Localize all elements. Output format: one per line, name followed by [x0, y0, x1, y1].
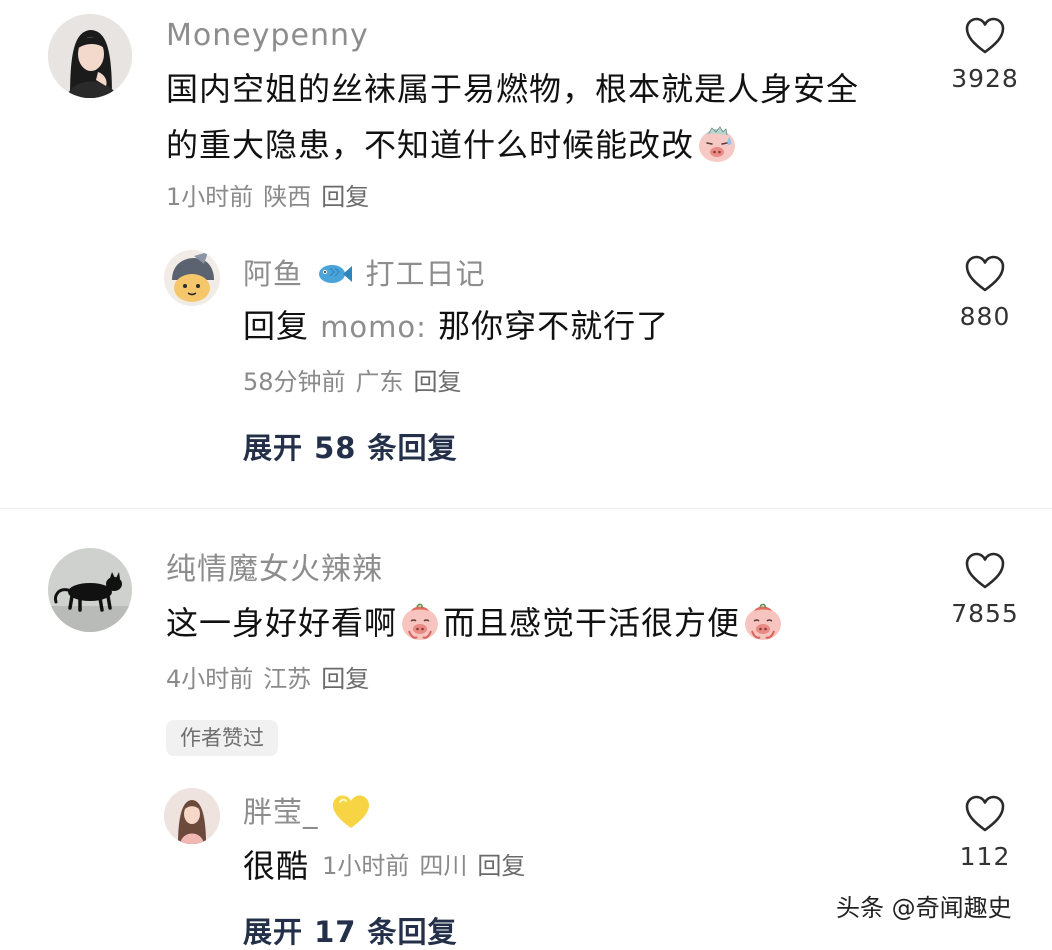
reply-like-button[interactable]: 112: [925, 794, 1045, 872]
shy-pig-emoji-icon: [742, 601, 784, 643]
reply-button[interactable]: 回复: [321, 183, 369, 211]
comment-username[interactable]: Moneypenny: [166, 17, 369, 55]
reply-time: 1小时前: [322, 852, 410, 880]
reply-location: 四川: [419, 852, 468, 880]
reply-meta: 58分钟前 广东 回复: [243, 367, 472, 397]
reply-prefix: 回复: [243, 307, 310, 345]
like-count: 112: [959, 842, 1011, 871]
cartoon-avatar-icon: [164, 250, 220, 306]
reply-username-row: 阿鱼 打工日记: [243, 255, 485, 293]
black-cat-avatar-icon: [48, 548, 132, 632]
expand-replies-button[interactable]: 展开 58 条回复: [243, 430, 458, 466]
like-count: 3928: [951, 64, 1019, 93]
reply-button[interactable]: 回复: [414, 368, 462, 396]
reply-text: 回复 momo: 那你穿不就行了: [243, 298, 669, 355]
reply-like-button[interactable]: 880: [925, 254, 1045, 332]
reply-to-user[interactable]: momo:: [320, 310, 427, 344]
reply-text-row: 很酷 1小时前 四川 回复: [243, 838, 535, 894]
like-count: 7855: [951, 599, 1019, 628]
reply-username-row: 胖莹_: [243, 793, 373, 833]
comment-text: 国内空姐的丝袜属于易燃物，根本就是人身安全 的重大隐患，不知道什么时候能改改: [166, 61, 926, 173]
comment-time: 1小时前: [166, 183, 254, 211]
like-count: 880: [959, 302, 1011, 331]
reply-content: 很酷: [243, 847, 310, 885]
heart-icon: [965, 795, 1005, 832]
comment-location: 江苏: [263, 665, 312, 693]
avatar[interactable]: [48, 14, 132, 98]
comment-text-part: 这一身好好看啊: [166, 604, 398, 642]
woman-avatar-icon: [48, 14, 132, 98]
shy-pig-emoji-icon: [399, 601, 441, 643]
heart-icon: [965, 17, 1005, 54]
avatar[interactable]: [48, 548, 132, 632]
yellow-heart-icon: [331, 793, 371, 831]
like-button[interactable]: 3928: [925, 16, 1045, 94]
comment-text-segment: 的重大隐患，不知道什么时候能改改: [166, 126, 695, 164]
watermark: 头条 @奇闻趣史: [836, 894, 1012, 922]
sweating-pig-emoji-icon: [696, 123, 738, 165]
reply-button[interactable]: 回复: [321, 665, 369, 693]
heart-icon: [965, 255, 1005, 292]
girl-avatar-icon: [164, 788, 220, 844]
reply-username-suffix: 打工日记: [365, 257, 486, 291]
reply-button[interactable]: 回复: [477, 852, 525, 880]
comment-meta: 1小时前 陕西 回复: [166, 182, 379, 212]
comment-time: 4小时前: [166, 665, 254, 693]
comment-text-line: 国内空姐的丝袜属于易燃物，根本就是人身安全: [166, 70, 860, 108]
reply-time: 58分钟前: [243, 368, 346, 396]
reply-content: 那你穿不就行了: [438, 307, 670, 345]
comment-text: 这一身好好看啊 而且感觉干活很方便: [166, 595, 786, 651]
divider: [0, 508, 1052, 509]
comment-text-line-2: 的重大隐患，不知道什么时候能改改: [166, 117, 926, 173]
reply-avatar[interactable]: [164, 788, 220, 844]
fish-icon: [315, 259, 353, 289]
comment-meta: 4小时前 江苏 回复: [166, 664, 379, 694]
comment-text-part-2: 而且感觉干活很方便: [443, 604, 741, 642]
like-button[interactable]: 7855: [925, 551, 1045, 629]
reply-avatar[interactable]: [164, 250, 220, 306]
comment-username[interactable]: 纯情魔女火辣辣: [166, 551, 383, 589]
reply-location: 广东: [355, 368, 404, 396]
reply-username[interactable]: 阿鱼: [243, 257, 303, 291]
comment-location: 陕西: [263, 183, 312, 211]
reply-username[interactable]: 胖莹_: [243, 795, 319, 829]
expand-replies-button[interactable]: 展开 17 条回复: [243, 914, 458, 950]
heart-icon: [965, 552, 1005, 589]
reply-meta: 1小时前 四川 回复: [322, 852, 535, 880]
author-liked-badge: 作者赞过: [166, 720, 278, 756]
